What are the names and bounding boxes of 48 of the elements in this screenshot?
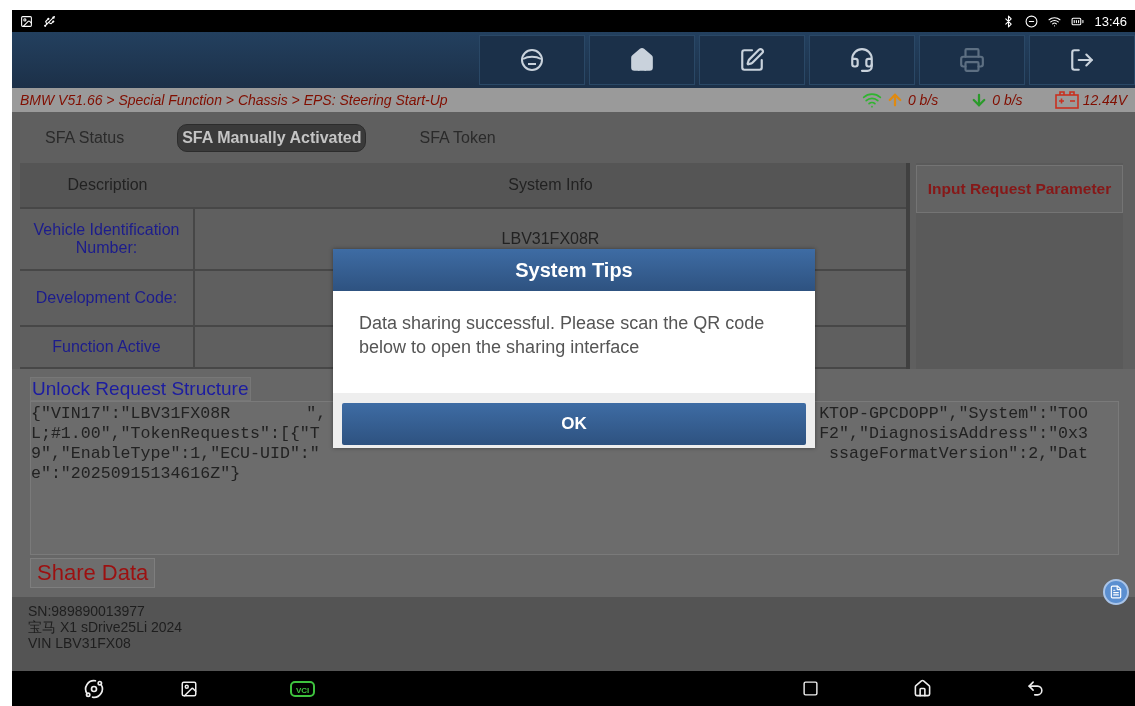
share-data-button[interactable]: Share Data xyxy=(30,558,156,588)
headset-icon xyxy=(849,47,875,73)
gallery-icon[interactable] xyxy=(180,679,198,698)
toolbar-button[interactable] xyxy=(589,35,695,85)
code-text: {"VIN17":"LBV31FX08R xyxy=(31,404,231,424)
vin-value: LBV31FX08R xyxy=(501,230,600,248)
breadcrumb: BMW V51.66 > Special Function > Chassis > EPS: Steering Start-Up xyxy=(20,92,448,108)
toolbar-button[interactable] xyxy=(699,35,805,85)
browser-icon[interactable] xyxy=(84,678,104,699)
usb-icon xyxy=(43,14,56,28)
download-rate: 0 b/s xyxy=(992,92,1023,108)
image-icon xyxy=(20,14,33,28)
recent-apps-icon[interactable] xyxy=(802,680,819,697)
back-icon[interactable] xyxy=(1026,679,1045,698)
ok-button[interactable]: OK xyxy=(342,403,806,445)
row-label: Development Code: xyxy=(20,271,195,327)
code-text: F2","DiagnosisAddress":"0x3 xyxy=(819,424,1088,444)
printer-icon xyxy=(959,47,985,73)
voltage: 12.44V xyxy=(1082,92,1127,108)
do-not-disturb-icon xyxy=(1025,14,1039,28)
floating-note-button[interactable] xyxy=(1103,579,1129,605)
toolbar-button[interactable] xyxy=(1029,35,1135,85)
code-text: 9","EnableType":1,"ECU-UID":" xyxy=(31,444,320,464)
status-time: 13:46 xyxy=(1094,13,1127,29)
steering-wheel-icon xyxy=(520,48,544,72)
code-text: e":"20250915134616Z"} xyxy=(31,464,241,484)
dialog-title: System Tips xyxy=(333,249,815,291)
toolbar-button[interactable] xyxy=(809,35,915,85)
code-text: ", xyxy=(306,404,327,424)
note-icon xyxy=(1109,585,1123,599)
home-icon[interactable] xyxy=(913,679,932,698)
car-battery-icon xyxy=(1054,91,1079,109)
structure-title: Unlock Request Structure xyxy=(30,377,251,401)
wifi-icon xyxy=(1048,14,1062,28)
upload-rate: 0 b/s xyxy=(907,92,939,108)
tab[interactable]: SFA Manually Activated xyxy=(177,123,367,152)
home-icon xyxy=(629,47,655,73)
exit-icon xyxy=(1069,47,1095,73)
dialog-message: Data sharing successful. Please scan the QR code below to open the sharing interface xyxy=(358,312,766,359)
input-request-parameter-button[interactable]: Input Request Parameter xyxy=(916,165,1123,213)
row-label: Vehicle Identification Number: xyxy=(20,209,195,271)
wifi-signal-icon xyxy=(861,90,882,110)
code-text: L;#1.00","TokenRequests":[{"T xyxy=(31,424,320,444)
vci-button[interactable]: VCI xyxy=(290,680,316,697)
toolbar-button[interactable] xyxy=(479,35,585,85)
code-text: ssageFormatVersion":2,"Dat xyxy=(829,444,1088,464)
code-text: KTOP-GPCDOPP","System":"TOO xyxy=(819,404,1088,424)
edit-icon xyxy=(739,47,765,73)
